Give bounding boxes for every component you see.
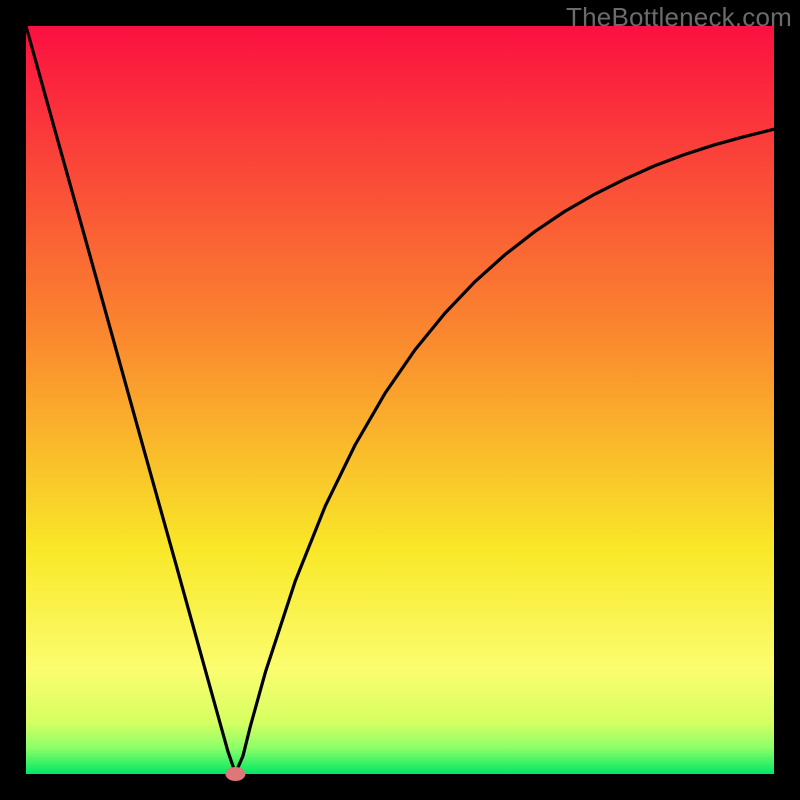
- minimum-marker: [225, 767, 245, 781]
- watermark-text: TheBottleneck.com: [566, 2, 792, 33]
- chart-frame: TheBottleneck.com: [0, 0, 800, 800]
- plot-background: [26, 26, 774, 774]
- bottleneck-chart: [0, 0, 800, 800]
